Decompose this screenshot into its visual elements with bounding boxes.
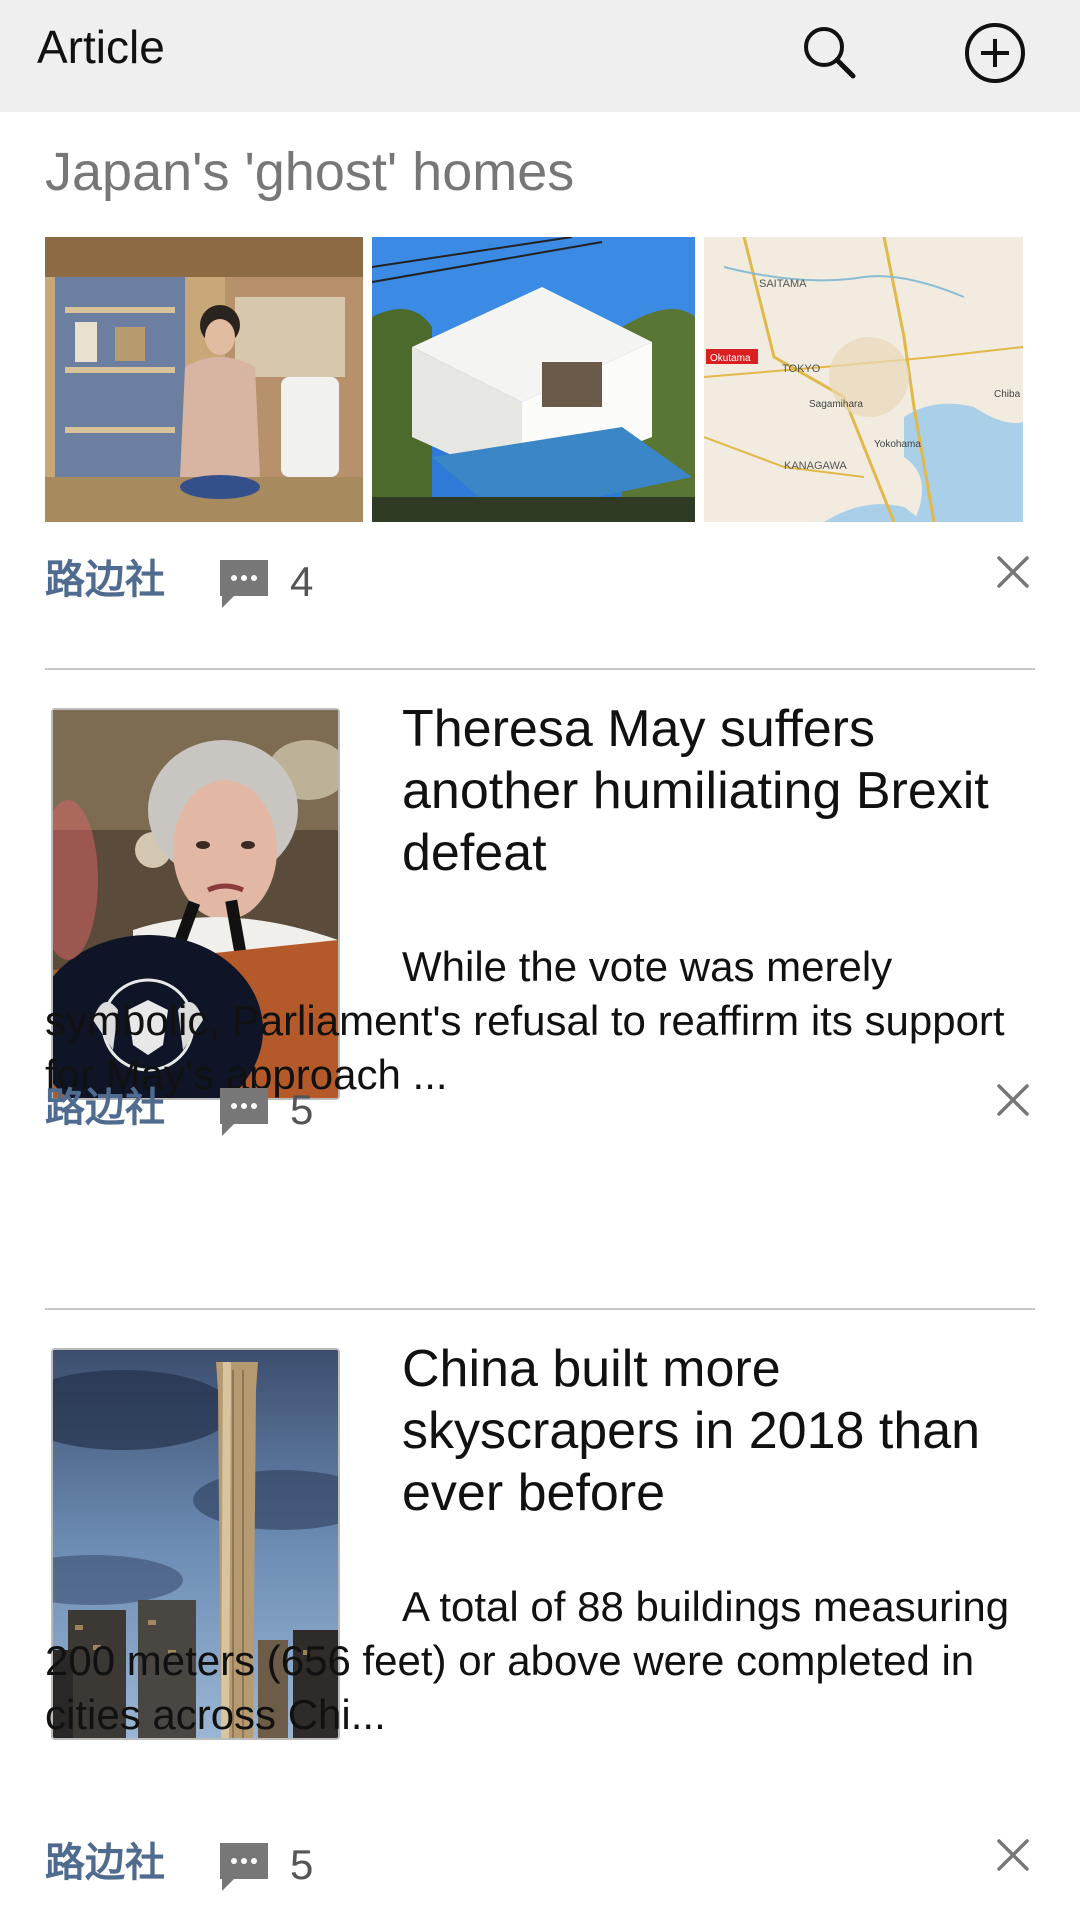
divider <box>45 668 1035 670</box>
photo-woman-in-shop[interactable] <box>45 237 363 522</box>
map-tokyo-area[interactable]: SAITAMA Okutama TOKYO Sagamihara KANAGAW… <box>704 237 1023 522</box>
add-circle-icon[interactable] <box>962 20 1028 86</box>
article-title[interactable]: China built more skyscrapers in 2018 tha… <box>402 1338 1042 1524</box>
article-card[interactable]: Theresa May suffers another humiliating … <box>0 668 1080 1308</box>
map-label-tokyo: TOKYO <box>782 363 821 375</box>
comment-count: 4 <box>290 558 314 605</box>
photo-abandoned-house[interactable] <box>372 237 695 522</box>
app-title: Article <box>37 21 165 73</box>
article-headline[interactable]: Japan's 'ghost' homes <box>45 142 574 202</box>
article-card[interactable]: Japan's 'ghost' homes SAITAMA Okutama TO… <box>0 112 1080 668</box>
article-meta: 路边社 5 <box>45 1078 1035 1142</box>
image-strip[interactable]: SAITAMA Okutama TOKYO Sagamihara KANAGAW… <box>45 237 1023 522</box>
comment-count: 5 <box>290 1841 314 1888</box>
article-title[interactable]: Theresa May suffers another humiliating … <box>402 698 1042 884</box>
divider <box>45 1308 1035 1310</box>
map-label-sagamihara: Sagamihara <box>809 399 863 410</box>
summary-text: While the vote was merely symbolic, Parl… <box>45 943 1005 1098</box>
close-icon[interactable] <box>991 1833 1035 1877</box>
source-label[interactable]: 路边社 <box>45 1837 165 1889</box>
summary-text: A total of 88 buildings measuring 200 me… <box>45 1583 1010 1738</box>
comment-count: 5 <box>290 1086 314 1133</box>
map-label-yokohama: Yokohama <box>874 439 921 450</box>
map-label-kanagawa: KANAGAWA <box>784 460 847 472</box>
comment-icon[interactable] <box>216 1839 272 1895</box>
comment-icon[interactable] <box>216 1084 272 1140</box>
search-icon[interactable] <box>797 20 863 86</box>
map-label-okutama: Okutama <box>710 353 751 364</box>
article-summary: A total of 88 buildings measuring 200 me… <box>45 1580 1035 1742</box>
comment-icon[interactable] <box>216 556 272 612</box>
map-label-chiba: Chiba <box>994 389 1021 400</box>
article-meta: 路边社 5 <box>45 1833 1035 1897</box>
article-meta: 路边社 4 <box>45 550 1035 614</box>
source-label[interactable]: 路边社 <box>45 1082 165 1134</box>
source-label[interactable]: 路边社 <box>45 554 165 606</box>
article-card[interactable]: China built more skyscrapers in 2018 tha… <box>0 1308 1080 1920</box>
app-bar: Article <box>0 0 1080 112</box>
close-icon[interactable] <box>991 550 1035 594</box>
map-label-saitama: SAITAMA <box>759 278 807 290</box>
close-icon[interactable] <box>991 1078 1035 1122</box>
